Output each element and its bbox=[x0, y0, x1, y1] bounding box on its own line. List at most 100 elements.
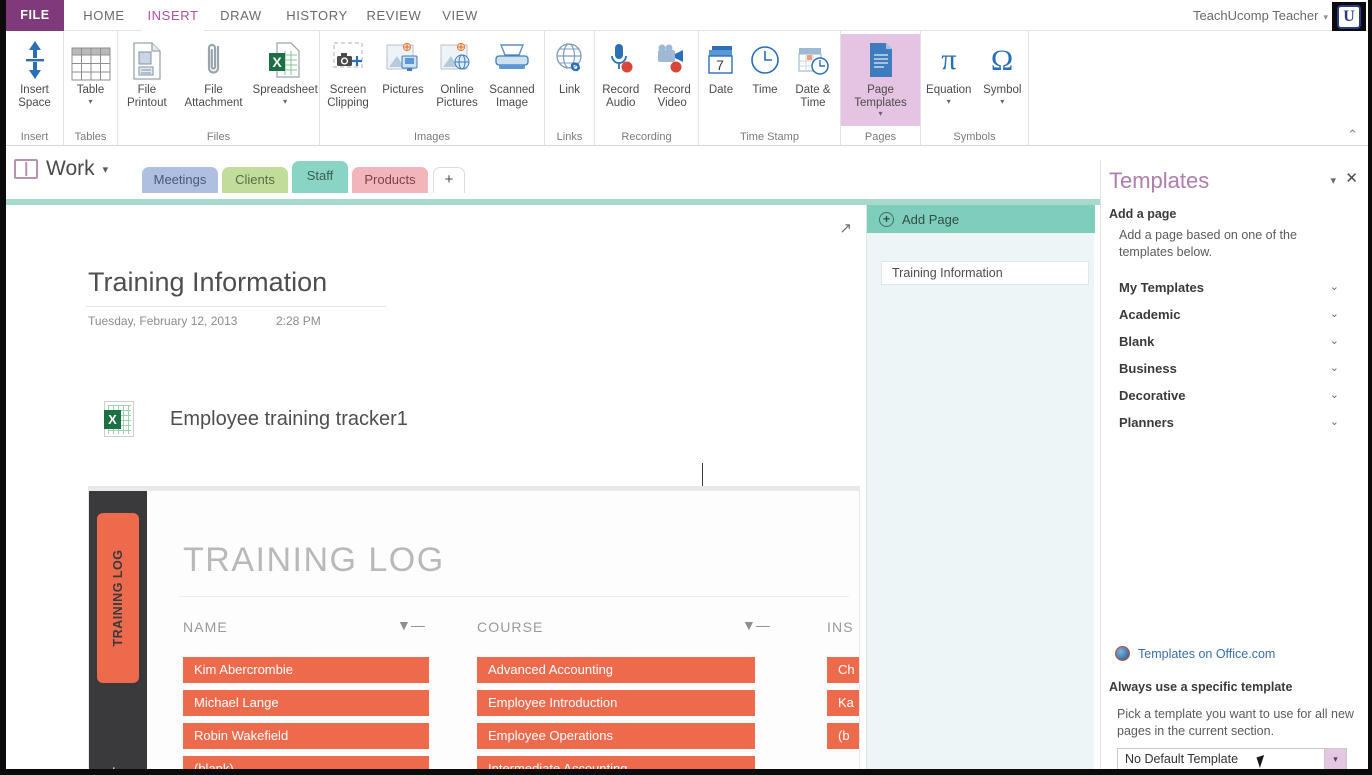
sheet-title-divider bbox=[179, 596, 849, 597]
ribbon-tab-insert[interactable]: INSERT bbox=[142, 0, 204, 31]
file-printout-button[interactable]: File Printout bbox=[118, 34, 176, 126]
template-category-blank[interactable]: Blank ⌄ bbox=[1119, 328, 1357, 355]
page-time[interactable]: 2:28 PM bbox=[276, 314, 321, 328]
cell-name-1[interactable]: Kim Abercrombie bbox=[183, 657, 429, 683]
equation-button[interactable]: π Equation ▾ bbox=[921, 34, 976, 126]
chevron-down-icon[interactable]: ▾ bbox=[1324, 749, 1346, 769]
templates-on-office-link[interactable]: Templates on Office.com bbox=[1115, 646, 1275, 661]
chevron-down-icon: ⌄ bbox=[1330, 355, 1339, 382]
sheet-side-tab-secondary: T bbox=[97, 753, 139, 769]
add-section-button[interactable]: + bbox=[433, 167, 465, 193]
date-time-button[interactable]: Date & Time bbox=[787, 34, 839, 126]
cell-course-1[interactable]: Advanced Accounting bbox=[477, 657, 755, 683]
file-attachment-item[interactable]: X Employee training tracker1 bbox=[104, 401, 408, 437]
date-time-label: Date & Time bbox=[795, 84, 830, 109]
section-tab-staff[interactable]: Staff bbox=[292, 161, 348, 193]
ribbon-tab-history[interactable]: HISTORY bbox=[278, 0, 356, 31]
microphone-icon bbox=[606, 36, 636, 81]
sheet-side-tab: TRAINING LOG bbox=[97, 513, 139, 683]
cell-course-4[interactable]: Intermediate Accounting bbox=[477, 756, 755, 769]
chevron-down-icon: ⌄ bbox=[1330, 301, 1339, 328]
cell-name-3[interactable]: Robin Wakefield bbox=[183, 723, 429, 749]
insert-space-icon bbox=[24, 36, 46, 81]
spreadsheet-button[interactable]: X Spreadsheet ▾ bbox=[251, 34, 319, 126]
record-audio-label: Record Audio bbox=[602, 84, 639, 109]
cell-course-3[interactable]: Employee Operations bbox=[477, 723, 755, 749]
insert-space-button[interactable]: Insert Space bbox=[6, 34, 63, 126]
column-header-course: COURSE bbox=[477, 619, 544, 635]
page-list-item-training-information[interactable]: Training Information bbox=[881, 261, 1089, 285]
window-frame-left bbox=[0, 0, 6, 775]
cell-instructor-3[interactable]: (b bbox=[827, 723, 860, 749]
record-audio-button[interactable]: Record Audio bbox=[595, 34, 647, 126]
account-name[interactable]: TeachUcomp Teacher▾ bbox=[1193, 0, 1328, 31]
notebook-selector[interactable]: Work ▾ bbox=[14, 157, 108, 181]
section-tab-label: Products bbox=[364, 172, 415, 187]
add-page-button[interactable]: + Add Page bbox=[867, 205, 1095, 233]
video-camera-icon bbox=[655, 36, 689, 81]
cell-name-2[interactable]: Michael Lange bbox=[183, 690, 429, 716]
default-template-description: Pick a template you want to use for all … bbox=[1117, 706, 1355, 740]
column-header-name: NAME bbox=[183, 619, 228, 635]
close-icon[interactable]: ✕ bbox=[1345, 169, 1358, 187]
template-category-decorative[interactable]: Decorative ⌄ bbox=[1119, 382, 1357, 409]
add-page-label: Add Page bbox=[902, 212, 959, 227]
onenote-window: FILE HOME INSERT DRAW HISTORY REVIEW VIE… bbox=[0, 0, 1372, 775]
template-category-label: My Templates bbox=[1119, 280, 1204, 295]
expand-page-icon[interactable]: ↗ bbox=[839, 219, 852, 237]
ribbon-tab-view[interactable]: VIEW bbox=[432, 0, 488, 31]
sheet-body: TRAINING LOG NAME ▼— COURSE ▼— INS Kim A… bbox=[147, 491, 859, 769]
ribbon-tab-review[interactable]: REVIEW bbox=[360, 0, 428, 31]
filter-icon[interactable]: ▼— bbox=[742, 617, 770, 633]
section-tab-meetings[interactable]: Meetings bbox=[142, 167, 218, 193]
page-templates-button[interactable]: Page Templates ▾ bbox=[841, 34, 920, 126]
chevron-down-icon: ▾ bbox=[103, 163, 109, 176]
plus-circle-icon: + bbox=[879, 212, 894, 227]
screen-clipping-label: Screen Clipping bbox=[327, 84, 369, 109]
chevron-down-icon: ⌄ bbox=[1330, 274, 1339, 301]
default-template-select[interactable]: No Default Template ▾ bbox=[1117, 748, 1347, 770]
page-title[interactable]: Training Information bbox=[88, 267, 327, 298]
scanned-image-label: Scanned Image bbox=[489, 84, 534, 109]
cell-course-2[interactable]: Employee Introduction bbox=[477, 690, 755, 716]
spreadsheet-preview[interactable]: TRAINING LOG T TRAINING LOG NAME ▼— COUR… bbox=[88, 486, 860, 769]
date-button[interactable]: 7 Date bbox=[699, 34, 743, 126]
pi-icon: π bbox=[932, 36, 966, 81]
page-canvas[interactable]: ↗ Training Information Tuesday, February… bbox=[6, 205, 866, 769]
avatar[interactable]: U bbox=[1332, 2, 1366, 32]
sheet-title: TRAINING LOG bbox=[183, 541, 445, 580]
template-category-academic[interactable]: Academic ⌄ bbox=[1119, 301, 1357, 328]
chevron-down-icon[interactable]: ▾ bbox=[1330, 174, 1336, 187]
time-button[interactable]: Time bbox=[743, 34, 787, 126]
ribbon-tab-file[interactable]: FILE bbox=[6, 0, 64, 31]
cell-name-4[interactable]: (blank) bbox=[183, 756, 429, 769]
link-button[interactable]: Link bbox=[545, 34, 594, 126]
cell-instructor-2[interactable]: Ka bbox=[827, 690, 860, 716]
section-tab-clients[interactable]: Clients bbox=[222, 167, 288, 193]
scanned-image-button[interactable]: Scanned Image bbox=[484, 34, 540, 126]
file-attachment-button[interactable]: File Attachment bbox=[176, 34, 252, 126]
section-tab-products[interactable]: Products bbox=[352, 167, 428, 193]
avatar-initial: U bbox=[1337, 5, 1361, 29]
pictures-button[interactable]: Pictures bbox=[376, 34, 430, 126]
ribbon-tab-draw[interactable]: DRAW bbox=[210, 0, 272, 31]
record-video-button[interactable]: Record Video bbox=[647, 34, 699, 126]
table-button[interactable]: Table ▾ bbox=[64, 34, 117, 126]
online-pictures-button[interactable]: Online Pictures bbox=[430, 34, 484, 126]
filter-icon[interactable]: ▼— bbox=[397, 617, 425, 633]
screen-clipping-button[interactable]: Screen Clipping bbox=[320, 34, 376, 126]
template-category-planners[interactable]: Planners ⌄ bbox=[1119, 409, 1357, 436]
template-category-label: Decorative bbox=[1119, 388, 1185, 403]
collapse-ribbon-button[interactable]: ⌃ bbox=[1347, 127, 1358, 143]
page-list-pane: + Add Page Training Information bbox=[866, 205, 1094, 769]
page-date[interactable]: Tuesday, February 12, 2013 bbox=[88, 314, 237, 328]
svg-text:Ω: Ω bbox=[991, 44, 1013, 77]
template-category-my-templates[interactable]: My Templates ⌄ bbox=[1119, 274, 1357, 301]
symbol-button[interactable]: Ω Symbol ▾ bbox=[976, 34, 1028, 126]
default-template-heading: Always use a specific template bbox=[1109, 680, 1292, 694]
cell-instructor-1[interactable]: Ch bbox=[827, 657, 860, 683]
template-category-business[interactable]: Business ⌄ bbox=[1119, 355, 1357, 382]
ribbon-tab-home[interactable]: HOME bbox=[70, 0, 138, 31]
ribbon-group-tables: Table ▾ Tables bbox=[64, 31, 118, 145]
time-label: Time bbox=[752, 84, 777, 97]
